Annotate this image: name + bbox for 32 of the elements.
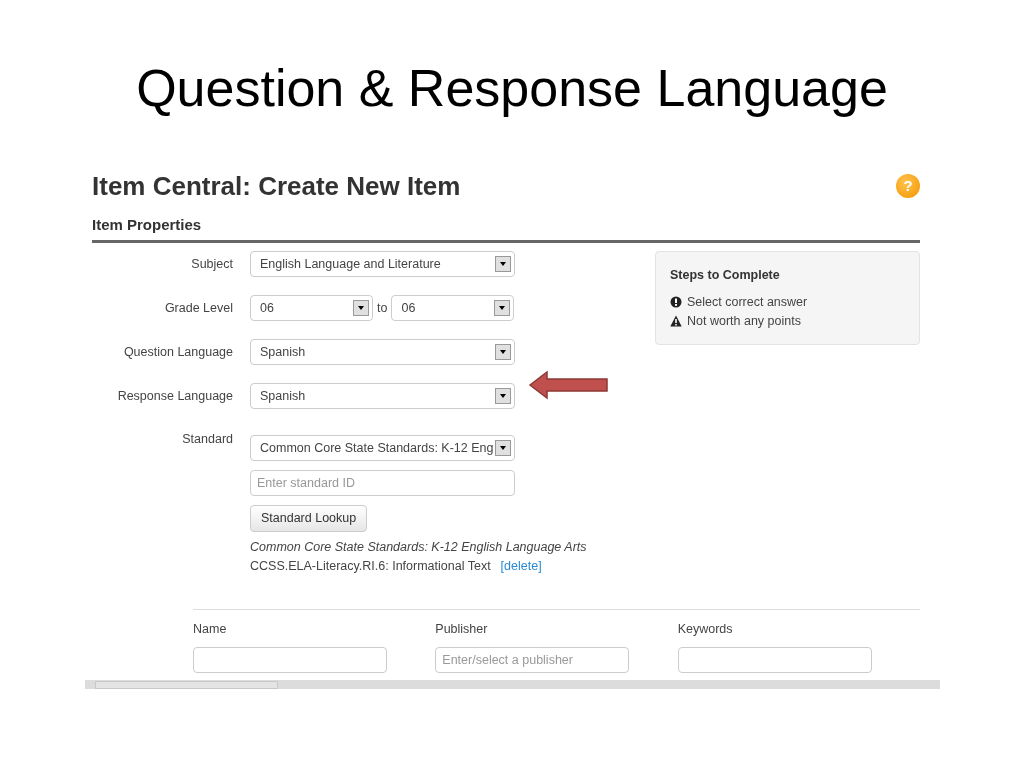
step-text: Not worth any points bbox=[687, 312, 801, 330]
warning-triangle-icon bbox=[670, 314, 682, 327]
field-label: Grade Level bbox=[163, 299, 233, 317]
delete-link[interactable]: [delete] bbox=[500, 556, 542, 576]
field-label: Name bbox=[193, 621, 228, 639]
exclamation-circle-icon bbox=[670, 296, 682, 309]
scrollbar-thumb[interactable] bbox=[95, 681, 278, 689]
dropdown[interactable]: Spanish bbox=[250, 383, 515, 410]
standard-code: CCSS.ELA-Literacy.RI.6: Informational Text bbox=[250, 557, 491, 575]
dropdown[interactable]: English Language and Literature bbox=[250, 251, 515, 278]
dropdown[interactable]: Common Core State Standards: K-12 Eng bbox=[250, 435, 515, 462]
range-separator: to bbox=[377, 299, 388, 317]
field-label: Question Language bbox=[122, 343, 233, 361]
text-field[interactable]: Enter/select a publisher bbox=[435, 647, 630, 674]
text-field[interactable] bbox=[193, 647, 387, 674]
field-label: Subject bbox=[190, 255, 233, 273]
section-heading: Item Properties bbox=[92, 213, 920, 244]
text-field[interactable] bbox=[677, 647, 872, 674]
horizontal-scrollbar[interactable] bbox=[85, 680, 940, 689]
standard-lookup-button[interactable]: Standard Lookup bbox=[250, 505, 368, 532]
standard-framework: Common Core State Standards: K-12 English Language Arts bbox=[250, 538, 587, 556]
field-label: Publisher bbox=[435, 621, 489, 639]
step-text: Select correct answer bbox=[687, 293, 808, 311]
page-title: Item Central: Create New Item bbox=[92, 172, 461, 201]
dropdown[interactable]: Spanish bbox=[250, 339, 515, 366]
dropdown[interactable]: 06 bbox=[250, 295, 373, 322]
steps-title: Steps to Complete bbox=[670, 267, 781, 285]
dropdown[interactable]: 06 bbox=[391, 295, 515, 322]
standard-id-field[interactable]: Enter standard ID bbox=[250, 470, 515, 497]
field-label: Response Language bbox=[116, 387, 233, 405]
field-label: Keywords bbox=[677, 621, 734, 639]
field-label: Standard bbox=[181, 431, 233, 449]
